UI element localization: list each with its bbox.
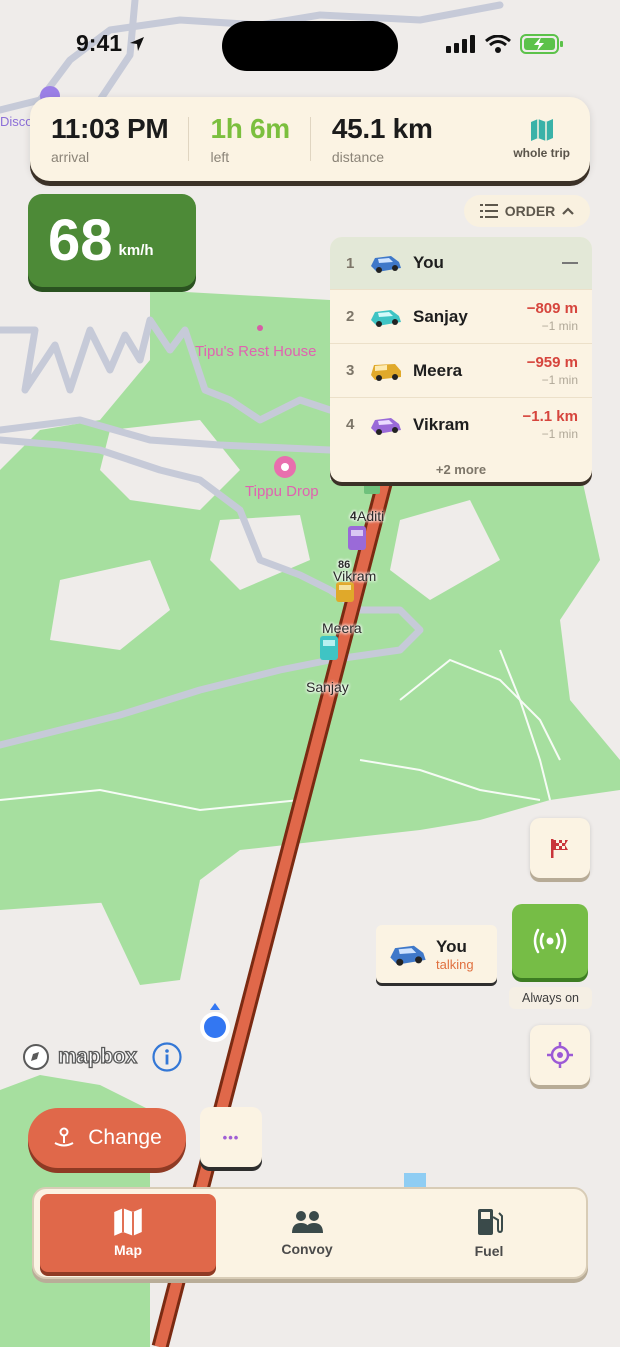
list-order-icon (479, 204, 498, 218)
distance-value: 45.1 km (331, 113, 433, 144)
leaderboard-row[interactable]: 1 You (330, 237, 592, 289)
mapbox-logo-icon (23, 1044, 49, 1070)
marker-number: 4 (350, 509, 357, 523)
change-destination-button[interactable]: Change (28, 1108, 186, 1168)
mapbox-attribution: mapbox (22, 1041, 183, 1073)
car-icon (390, 945, 426, 966)
convoy-car-aditi (364, 484, 380, 494)
distance-label: distance (331, 149, 385, 165)
push-to-talk-button[interactable] (512, 904, 588, 978)
rank-number: 3 (346, 362, 355, 379)
whole-trip-label: whole trip (513, 145, 570, 160)
speedometer: 68 km/h (28, 194, 196, 287)
rank-number: 4 (346, 416, 355, 433)
poi-label-tippu-drop[interactable]: Tippu Drop (245, 483, 319, 500)
gap-distance: −1.1 km (522, 408, 578, 425)
speed-unit: km/h (118, 242, 154, 259)
car-icon (371, 417, 401, 435)
info-icon[interactable] (151, 1041, 183, 1073)
car-icon (371, 309, 401, 327)
map-icon (530, 118, 553, 141)
change-label: Change (88, 1126, 162, 1149)
car-icon (371, 256, 401, 273)
car-label-meera: Meera (322, 620, 362, 636)
broadcast-icon (533, 928, 567, 954)
destination-flag-button[interactable] (530, 818, 590, 878)
bottom-tab-bar: Map Convoy Fuel (32, 1187, 588, 1279)
convoy-car-sanjay (320, 636, 338, 660)
talker-status: talking (436, 956, 474, 972)
status-time-text: 9:41 (76, 30, 123, 56)
order-label: ORDER (504, 203, 556, 219)
gap-info: −1.1 km −1 min (523, 408, 578, 441)
chevron-up-icon (562, 207, 575, 215)
car-label-sanjay: Sanjay (306, 679, 349, 695)
tab-label: Fuel (474, 1243, 504, 1259)
whole-trip-button[interactable]: whole trip (513, 118, 570, 160)
checkered-flag-icon (551, 839, 568, 858)
talker-name: You (436, 936, 467, 956)
gap-distance: −959 m (526, 354, 578, 371)
order-toggle-button[interactable]: ORDER (464, 195, 590, 227)
gap-info: −959 m −1 min (527, 354, 578, 387)
collapse-dash-icon (562, 262, 578, 264)
gap-time: −1 min (541, 427, 578, 441)
convoy-leaderboard: 1 You 2 Sanjay −809 m −1 min 3 Meera −95… (330, 237, 592, 482)
tab-convoy[interactable]: Convoy (216, 1194, 398, 1272)
van-icon (371, 363, 401, 381)
status-icons (446, 34, 564, 54)
car-label-vikram: Vikram (333, 568, 377, 584)
dynamic-island (222, 21, 398, 71)
arrival-value: 11:03 PM (51, 113, 169, 144)
speed-value: 68 (48, 208, 113, 273)
mapbox-wordmark: mapbox (57, 1044, 137, 1068)
poi-label-tipus-rest-house[interactable]: Tipu's Rest House (195, 343, 317, 360)
gap-time: −1 min (541, 319, 578, 333)
signal-icon (446, 35, 475, 53)
pin-location-icon (54, 1127, 74, 1147)
convoy-car-vikram (348, 526, 366, 550)
time-left-value: 1h 6m (210, 113, 290, 144)
convoy-car-meera (336, 582, 354, 602)
poi-label-disco: Disco (0, 114, 33, 129)
crosshair-icon (547, 1042, 573, 1068)
map-icon (114, 1208, 142, 1236)
trip-summary[interactable]: 11:03 PM arrival 1h 6m left 45.1 km dist… (30, 97, 590, 181)
gap-distance: −809 m (526, 300, 578, 317)
gap-info: −809 m −1 min (527, 300, 578, 333)
time-left-label: left (210, 149, 230, 165)
rank-number: 2 (346, 308, 355, 325)
tab-fuel[interactable]: Fuel (398, 1194, 580, 1272)
wifi-icon (485, 35, 511, 53)
tab-map[interactable]: Map (40, 1194, 216, 1272)
always-on-label: Always on (509, 987, 592, 1009)
leaderboard-row[interactable]: 2 Sanjay −809 m −1 min (330, 289, 592, 343)
leaderboard-row[interactable]: 4 Vikram −1.1 km −1 min (330, 397, 592, 451)
tab-label: Map (114, 1242, 142, 1258)
fuel-pump-icon (478, 1209, 503, 1235)
arrival-label: arrival (51, 149, 90, 165)
member-name: Vikram (413, 414, 470, 434)
talking-indicator: You talking (376, 925, 497, 983)
distance-block: 45.1 km distance (311, 113, 433, 165)
recenter-button[interactable] (530, 1025, 590, 1085)
show-more-link[interactable]: +2 more (330, 462, 592, 477)
status-time: 9:41 (76, 30, 146, 57)
more-dots-icon: ••• (222, 1129, 240, 1145)
more-options-button[interactable]: ••• (200, 1107, 262, 1167)
rank-number: 1 (346, 254, 355, 272)
location-arrow-icon (130, 36, 145, 51)
member-name: Sanjay (413, 306, 468, 326)
arrival-block: 11:03 PM arrival (30, 113, 169, 165)
car-label-aditi: Aditi (357, 508, 385, 524)
leaderboard-row[interactable]: 3 Meera −959 m −1 min (330, 343, 592, 397)
gap-time: −1 min (541, 373, 578, 387)
member-name: You (413, 253, 444, 272)
people-icon (292, 1211, 323, 1233)
tab-label: Convoy (281, 1241, 333, 1257)
member-name: Meera (413, 360, 463, 380)
battery-charging-icon (520, 34, 563, 54)
time-left-block: 1h 6m left (189, 113, 290, 165)
